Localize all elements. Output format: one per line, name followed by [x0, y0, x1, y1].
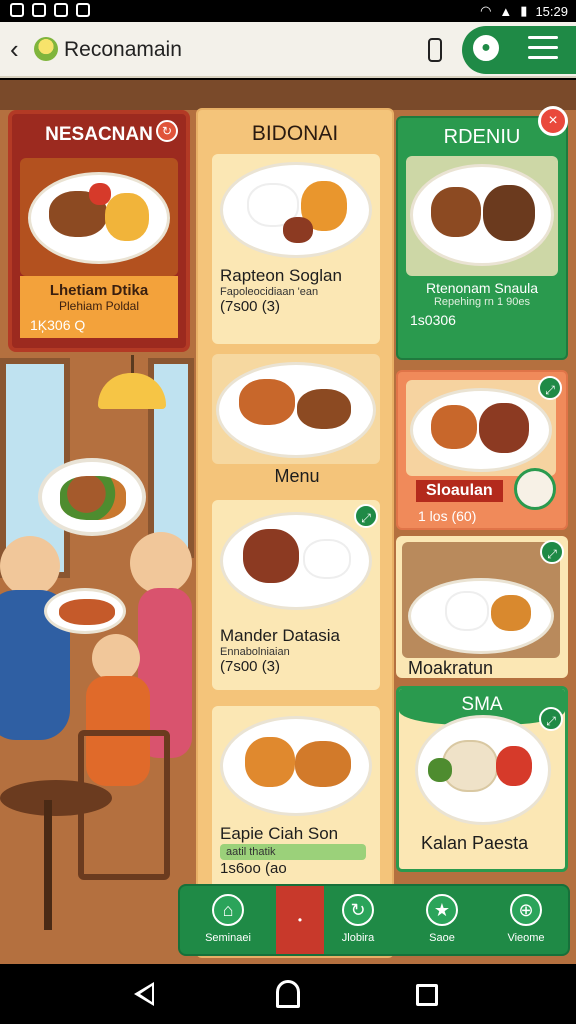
- expand-icon[interactable]: ⤢: [538, 376, 562, 400]
- dish-image: [220, 512, 372, 610]
- dish-name: Rapteon Soglan: [220, 266, 342, 285]
- dish-price: 1s6oo (ao: [220, 860, 287, 877]
- app-notification-icon: [54, 3, 68, 17]
- app-title: Reconamain: [64, 38, 182, 61]
- nav-item-favorites[interactable]: ★ Saoe: [394, 886, 490, 954]
- diner-figure: [92, 634, 140, 682]
- menu-item-card[interactable]: SMA ⤢ Kalan Paesta: [396, 686, 568, 872]
- refresh-badge-icon[interactable]: ↻: [156, 120, 178, 142]
- star-icon: ★: [426, 894, 458, 926]
- bottom-nav: ⌂ Seminaei • ↻ Jlobira ★ Saoe ⊕ Vieome: [178, 884, 570, 956]
- menu-item-card[interactable]: Eapie Ciah Son aatil thatik 1s6oo (ao: [212, 706, 380, 894]
- close-icon[interactable]: ×: [538, 106, 568, 136]
- system-home-icon[interactable]: [276, 980, 300, 1008]
- nav-label: Seminaei: [205, 932, 251, 944]
- dish-image: [220, 716, 372, 816]
- dish-name: Kalan Paesta: [421, 833, 529, 853]
- menu-item-card[interactable]: Rapteon Soglan Fapoleocidiaan 'ean (7s00…: [212, 154, 380, 344]
- dish-name: Moakratun: [408, 658, 494, 678]
- nav-item-home[interactable]: ⌂ Seminaei: [180, 886, 276, 954]
- nav-item-refresh[interactable]: ↻ Jlobira: [310, 886, 406, 954]
- dish-subtitle: Repehing rn 1 90es: [433, 296, 530, 308]
- dish-name: Eapie Ciah Son: [220, 824, 339, 843]
- menu-item-card[interactable]: [212, 354, 380, 464]
- dish-image: [20, 158, 178, 276]
- hamburger-menu-icon[interactable]: [528, 36, 558, 60]
- dish-name: Lhetiam Dtika: [49, 282, 149, 299]
- dish-image: [415, 715, 551, 825]
- app-notification-icon: [32, 3, 46, 17]
- dish-name: Mander Datasia: [220, 626, 341, 645]
- featured-ribbon: Sloaulan: [416, 480, 503, 502]
- dish-subtitle: Ennabolniaian: [220, 646, 290, 658]
- table-leg: [44, 800, 52, 930]
- dish-image: [220, 162, 372, 258]
- dish-image: [402, 542, 560, 658]
- dish-subtitle: Plehiam Poldal: [58, 299, 140, 313]
- dish-subtitle: Fapoleocidiaan 'ean: [220, 286, 319, 298]
- dish-name: Rtenonam Snaula: [425, 280, 539, 296]
- battery-icon: ▮: [520, 3, 528, 18]
- wifi-icon: ◠: [480, 3, 492, 18]
- menu-column-right: RDENIU × Rtenonam Snaula Repehing rn 1 9…: [394, 106, 574, 962]
- expand-icon[interactable]: ⤢: [539, 707, 563, 731]
- menu-item-card[interactable]: ⤢ Mander Datasia Ennabolniaian (7s00 (3): [212, 500, 380, 690]
- dish-image: [216, 362, 376, 458]
- dish-price: 1s0306: [410, 312, 456, 328]
- app-notification-icon: [76, 3, 90, 17]
- menu-column-middle: BIDONAI Rapteon Soglan Fapoleocidiaan 'e…: [196, 108, 394, 958]
- column-title: BIDONAI: [251, 122, 339, 145]
- lamp-icon: [98, 355, 166, 411]
- featured-dish-card[interactable]: ⤢ Sloaulan 1 los (60): [396, 370, 568, 530]
- signal-icon: ▲: [499, 3, 513, 19]
- card-body: Lhetiam Dtika Plehiam Poldal 1Ķ306 Q: [20, 276, 178, 338]
- dish-price: (7s00 (3): [220, 298, 281, 315]
- profile-icon[interactable]: ●: [470, 32, 502, 64]
- back-arrow-icon[interactable]: ‹: [10, 34, 19, 65]
- status-bar: ◠ ▲ ▮ 15:29: [0, 0, 576, 22]
- dish-image: [406, 380, 556, 476]
- expand-icon[interactable]: ⤢: [540, 540, 564, 564]
- nav-label: Saoe: [429, 932, 455, 944]
- system-nav-bar: [0, 964, 576, 1024]
- expand-icon[interactable]: ⤢: [354, 504, 378, 528]
- nav-item-explore[interactable]: ⊕ Vieome: [478, 886, 574, 954]
- dish-price: 1Ķ306 Q: [30, 317, 86, 333]
- app-logo: [34, 37, 58, 61]
- dish-price: 1 los (60): [418, 508, 477, 524]
- bottle-icon[interactable]: [428, 38, 442, 62]
- app-bar-actions: ●: [462, 26, 576, 74]
- chair: [78, 730, 170, 880]
- nav-label: Jlobira: [341, 932, 375, 944]
- nav-label: Vieome: [507, 932, 545, 944]
- status-time: 15:29: [535, 3, 568, 19]
- waiter-figure: [130, 532, 192, 594]
- notification-icons: [10, 3, 90, 17]
- app-bar: ‹ Reconamain ●: [0, 22, 576, 78]
- refresh-icon: ↻: [342, 894, 374, 926]
- dot-icon: •: [297, 913, 303, 927]
- featured-card-right[interactable]: RDENIU × Rtenonam Snaula Repehing rn 1 9…: [396, 106, 568, 360]
- floating-dish: [38, 458, 146, 536]
- home-icon: ⌂: [212, 894, 244, 926]
- featured-card-left[interactable]: NESACNAN ↻ Lhetiam Dtika Plehiam Poldal …: [8, 110, 190, 352]
- menu-label[interactable]: Menu: [198, 466, 396, 487]
- dish-image: [406, 156, 558, 276]
- system-recents-icon[interactable]: [416, 984, 438, 1006]
- dish-subtitle: aatil thatik: [220, 844, 366, 860]
- menu-item-card[interactable]: ⤢ Moakratun: [396, 536, 568, 678]
- dish-price: (7s00 (3): [220, 658, 281, 675]
- card-body: Rtenonam Snaula Repehing rn 1 90es 1s030…: [406, 280, 558, 350]
- app-notification-icon: [10, 3, 24, 17]
- compass-icon: ⊕: [510, 894, 542, 926]
- side-dish-icon: [514, 468, 556, 510]
- served-dish: [44, 588, 126, 634]
- diner-figure: [0, 536, 60, 596]
